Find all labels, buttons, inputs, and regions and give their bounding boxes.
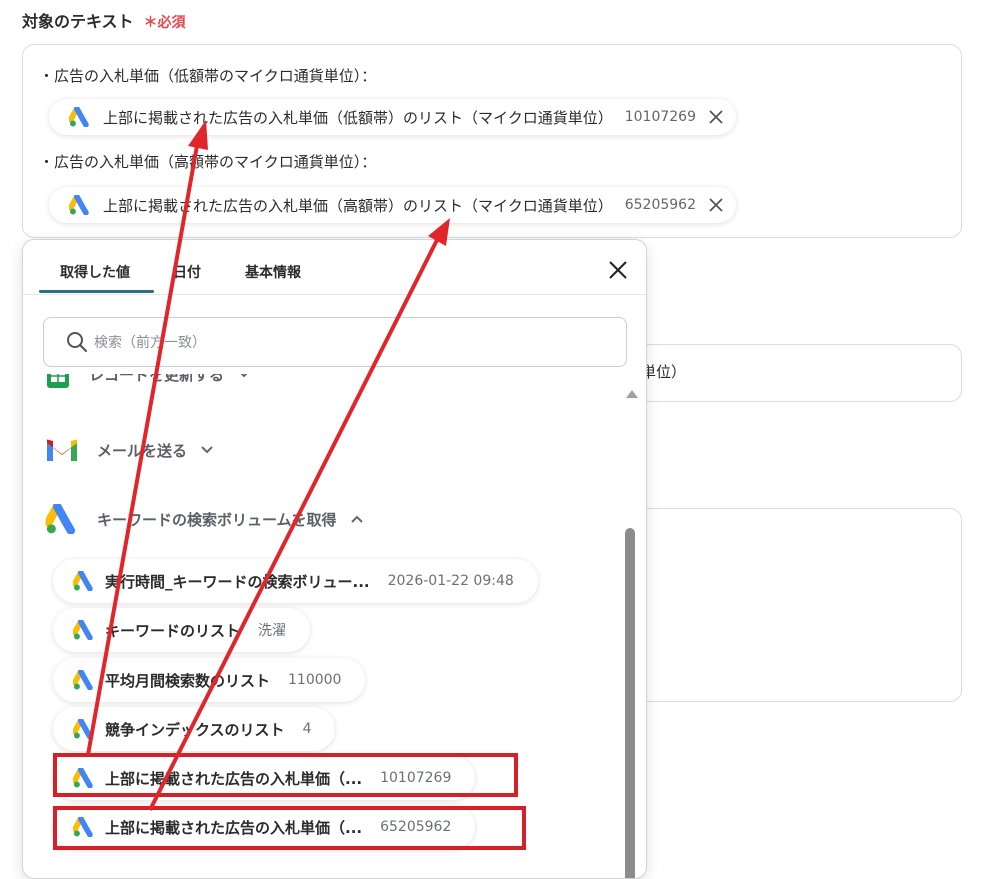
search-placeholder: 検索（前方一致） [94, 335, 206, 351]
group-label: キーワードの検索ボリュームを取得 [97, 510, 337, 529]
required-badge: ＊必須 [143, 15, 186, 31]
google-ads-icon [73, 620, 95, 640]
google-ads-icon [69, 107, 91, 127]
search-icon [67, 332, 88, 353]
target-text-box[interactable]: ・広告の入札単価（低額帯のマイクロ通貨単位）： 上部に掲載された広告の入札単価（… [22, 44, 962, 238]
chevron-up-icon [350, 515, 363, 523]
remove-chip-icon[interactable] [708, 109, 724, 125]
text-line-2: ・広告の入札単価（高額帯のマイクロ通貨単位）： [39, 153, 377, 171]
group-update-record[interactable]: レコードを更新する [45, 374, 250, 388]
gmail-icon [47, 439, 77, 461]
group-label: メールを送る [97, 441, 188, 460]
google-ads-icon [69, 195, 91, 215]
google-ads-icon [73, 670, 95, 690]
value-item-monthly-searches[interactable]: 平均月間検索数のリスト 110000 [53, 658, 366, 702]
clipped-group-wrapper: レコードを更新する [23, 374, 623, 404]
group-send-mail[interactable]: メールを送る [45, 437, 213, 463]
value-item-keywords[interactable]: キーワードのリスト 洗濯 [53, 608, 311, 652]
item-label: 競争インデックスのリスト [105, 720, 285, 739]
highlight-box-low [53, 753, 518, 797]
item-label: 平均月間検索数のリスト [105, 671, 271, 690]
remove-chip-icon[interactable] [708, 197, 724, 213]
item-label: 実行時間_キーワードの検索ボリュー... [105, 572, 370, 591]
chip-value: 10107269 [624, 109, 696, 125]
sheets-icon [47, 374, 69, 388]
chip-label: 上部に掲載された広告の入札単価（低額帯）のリスト（マイクロ通貨単位） [103, 108, 613, 127]
item-value: 2026-01-22 09:48 [387, 573, 514, 589]
group-label: レコードを更新する [89, 374, 225, 384]
value-item-exec-time[interactable]: 実行時間_キーワードの検索ボリュー... 2026-01-22 09:48 [53, 559, 538, 603]
tabs-divider [23, 294, 646, 295]
item-value: 110000 [288, 672, 342, 688]
close-icon[interactable] [607, 259, 629, 281]
google-ads-icon [45, 504, 79, 534]
chip-label: 上部に掲載された広告の入札単価（高額帯）のリスト（マイクロ通貨単位） [103, 196, 613, 215]
item-value: 洗濯 [258, 623, 287, 639]
highlight-box-high [53, 806, 526, 850]
value-chip-high[interactable]: 上部に掲載された広告の入札単価（高額帯）のリスト（マイクロ通貨単位） 65205… [49, 187, 736, 223]
background-field-text: 単位） [641, 363, 687, 381]
active-tab-indicator [39, 290, 154, 293]
tab-basic-info[interactable]: 基本情報 [245, 262, 301, 282]
item-value: 4 [302, 721, 312, 737]
value-item-competition[interactable]: 競争インデックスのリスト 4 [53, 707, 336, 751]
section-title-text: 対象のテキスト [22, 12, 134, 31]
google-ads-icon [73, 571, 95, 591]
item-label: キーワードのリスト [105, 621, 241, 640]
scrollbar-thumb[interactable] [625, 528, 635, 878]
value-chip-low[interactable]: 上部に掲載された広告の入札単価（低額帯）のリスト（マイクロ通貨単位） 10107… [49, 99, 736, 135]
chip-value: 65205962 [624, 197, 696, 213]
search-input[interactable]: 検索（前方一致） [43, 317, 627, 367]
tab-date[interactable]: 日付 [173, 262, 201, 282]
group-keyword-volume[interactable]: キーワードの検索ボリュームを取得 [45, 504, 363, 534]
chevron-down-icon [201, 446, 213, 454]
section-title: 対象のテキスト ＊必須 [22, 8, 186, 32]
scroll-up-arrow[interactable] [626, 390, 638, 398]
chevron-down-icon [240, 374, 248, 378]
tab-acquired-values[interactable]: 取得した値 [60, 262, 130, 282]
google-ads-icon [73, 719, 95, 739]
text-line-1: ・広告の入札単価（低額帯のマイクロ通貨単位）： [39, 67, 377, 85]
